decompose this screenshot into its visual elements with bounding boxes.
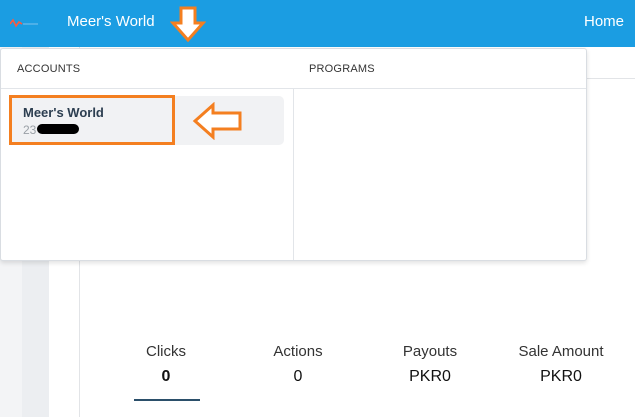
accounts-column-header: ACCOUNTS [17, 63, 81, 75]
arrow-left-icon [192, 102, 242, 140]
stat-value: PKR0 [409, 368, 451, 385]
active-tab-indicator [134, 399, 200, 401]
home-link[interactable]: Home [584, 13, 624, 30]
arrow-down-icon [170, 6, 206, 43]
content-rule [586, 78, 635, 79]
highlight-box [9, 95, 175, 145]
stat-clicks[interactable]: Clicks 0 [111, 343, 221, 386]
stat-value: PKR0 [540, 368, 582, 385]
top-navigation-bar: Meer's World Home [0, 0, 635, 47]
stat-label: Sale Amount [518, 343, 604, 360]
stat-label: Actions [273, 343, 323, 360]
column-divider [293, 89, 294, 260]
account-switcher-title[interactable]: Meer's World [67, 13, 155, 30]
brand-wave-logo-icon[interactable] [10, 17, 40, 29]
stat-label: Payouts [402, 343, 458, 360]
programs-column-header: PROGRAMS [309, 63, 375, 75]
stat-sale-amount[interactable]: Sale Amount PKR0 [506, 343, 616, 386]
stat-value: 0 [161, 368, 171, 385]
stat-payouts[interactable]: Payouts PKR0 [375, 343, 485, 386]
stat-value: 0 [293, 368, 303, 385]
stat-actions[interactable]: Actions 0 [243, 343, 353, 386]
account-switcher-dropdown: ACCOUNTS PROGRAMS Meer's World 23 [0, 48, 587, 261]
stat-label: Clicks [146, 343, 186, 360]
